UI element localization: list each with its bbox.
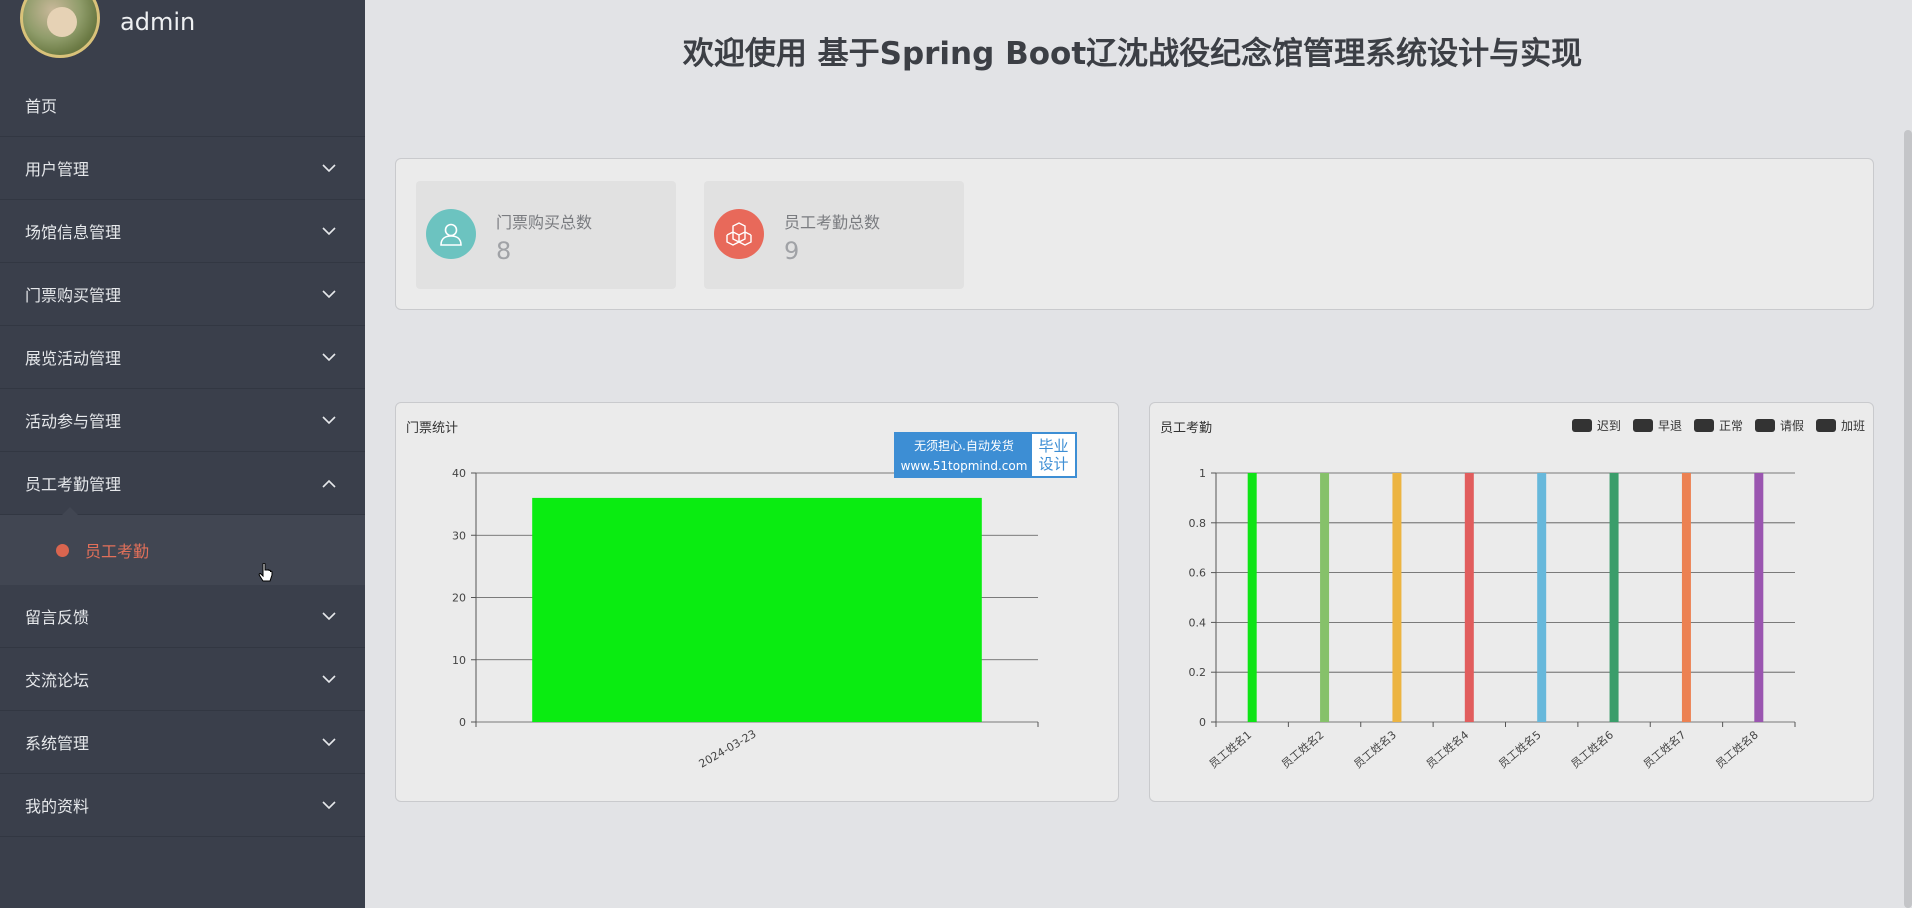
bar (1247, 473, 1257, 722)
sidebar-item-label: 场馆信息管理 (25, 223, 122, 242)
bar (1320, 473, 1330, 722)
sidebar-item-attendance-management[interactable]: 员工考勤管理 (0, 452, 365, 515)
sidebar-item-label: 展览活动管理 (25, 349, 122, 368)
sidebar-item-label: 活动参与管理 (25, 412, 122, 431)
chevron-down-icon (319, 221, 339, 241)
sidebar-subitem-label: 员工考勤 (85, 542, 150, 561)
chevron-down-icon (319, 732, 339, 752)
y-tick-label: 0.4 (1189, 616, 1207, 629)
bar (1464, 473, 1474, 722)
bar (1609, 473, 1619, 722)
chevron-down-icon (319, 284, 339, 304)
avatar[interactable] (20, 0, 100, 58)
stat-value: 8 (496, 237, 512, 265)
sidebar-item-venue-management[interactable]: 场馆信息管理 (0, 200, 365, 263)
y-tick-label: 0.6 (1189, 567, 1207, 580)
sidebar-header: admin (0, 0, 365, 74)
chevron-down-icon (319, 606, 339, 626)
user-name: admin (120, 8, 196, 36)
chevron-down-icon (319, 795, 339, 815)
sidebar-item-participation-management[interactable]: 活动参与管理 (0, 389, 365, 452)
main-content: 欢迎使用 基于Spring Boot辽沈战役纪念馆管理系统设计与实现 门票购买总… (365, 0, 1912, 908)
bar (1392, 473, 1402, 722)
y-tick-label: 0 (459, 716, 466, 729)
cubes-icon (726, 222, 752, 246)
y-tick-label: 10 (452, 654, 466, 667)
bar (1754, 473, 1764, 722)
y-tick-label: 40 (452, 467, 466, 480)
x-tick-label: 员工姓名1 (1206, 728, 1254, 772)
y-tick-label: 20 (452, 592, 466, 605)
y-tick-label: 0.2 (1189, 666, 1207, 679)
x-tick-label: 2024-03-23 (697, 727, 759, 770)
attendance-chart-panel: 员工考勤 迟到 早退 正常 请假 加班 0 0.2 0.4 0.6 0.8 1 员工姓名1 员… (1149, 402, 1874, 802)
stat-card-tickets: 门票购买总数 8 (416, 181, 676, 289)
y-tick-label: 0 (1199, 716, 1206, 729)
x-tick-label: 员工姓名6 (1568, 728, 1616, 772)
sidebar-item-forum[interactable]: 交流论坛 (0, 648, 365, 711)
chevron-down-icon (319, 669, 339, 689)
sidebar-item-user-management[interactable]: 用户管理 (0, 137, 365, 200)
sidebar: admin 首页 用户管理 场馆信息管理 门票购买管理 展览活动管理 活动参与管… (0, 0, 365, 908)
y-tick-label: 30 (452, 529, 466, 542)
x-tick-label: 员工姓名5 (1496, 728, 1544, 772)
stat-label: 门票购买总数 (496, 213, 593, 232)
x-tick-label: 员工姓名8 (1713, 728, 1761, 772)
sidebar-item-exhibition-management[interactable]: 展览活动管理 (0, 326, 365, 389)
stat-icon-circle (426, 209, 476, 259)
sidebar-item-ticket-management[interactable]: 门票购买管理 (0, 263, 365, 326)
sidebar-item-feedback[interactable]: 留言反馈 (0, 585, 365, 648)
y-tick-label: 0.8 (1189, 517, 1207, 530)
attendance-bar-chart: 0 0.2 0.4 0.6 0.8 1 员工姓名1 员工姓名2 员工姓名3 员工姓名4 员工姓名5 员… (1189, 467, 1796, 772)
x-tick-label: 员工姓名2 (1278, 728, 1326, 772)
watermark-badge[interactable]: 无须担心.自动发货 www.51topmind.com 毕业设计 (894, 432, 1077, 478)
watermark-line1: 无须担心.自动发货 (914, 439, 1014, 453)
sidebar-subitem-attendance[interactable]: 员工考勤 (0, 507, 365, 585)
stats-panel: 门票购买总数 8 员工考勤总数 9 (395, 158, 1874, 310)
stat-label: 员工考勤总数 (784, 213, 881, 232)
chevron-down-icon (319, 347, 339, 367)
sidebar-item-label: 用户管理 (25, 160, 90, 179)
bar (1537, 473, 1547, 722)
sidebar-item-label: 首页 (25, 97, 58, 116)
sidebar-item-label: 门票购买管理 (25, 286, 122, 305)
sidebar-item-label: 留言反馈 (25, 608, 90, 627)
x-tick-label: 员工姓名7 (1640, 728, 1688, 772)
hand-cursor-icon (258, 563, 273, 582)
sidebar-menu: 首页 用户管理 场馆信息管理 门票购买管理 展览活动管理 活动参与管理 员工考勤… (0, 74, 365, 837)
x-tick-label: 员工姓名4 (1423, 728, 1471, 772)
chevron-up-icon (319, 473, 339, 493)
stat-icon-circle (714, 209, 764, 259)
watermark-right: 毕业设计 (1038, 437, 1069, 473)
sidebar-item-label: 系统管理 (25, 734, 90, 753)
sidebar-item-system-management[interactable]: 系统管理 (0, 711, 365, 774)
x-tick-label: 员工姓名3 (1351, 728, 1399, 772)
sidebar-item-my-profile[interactable]: 我的资料 (0, 774, 365, 837)
chevron-down-icon (319, 158, 339, 178)
watermark-line2: www.51topmind.com (900, 459, 1028, 473)
user-icon (440, 223, 462, 246)
sidebar-item-label: 我的资料 (25, 797, 90, 816)
bar (1681, 473, 1691, 722)
active-dot-icon (56, 543, 69, 557)
ticket-chart-panel: 门票统计 0 10 20 30 40 2024-03-23 无须担心.自动发货 www.5… (395, 402, 1119, 802)
y-tick-label: 1 (1199, 467, 1206, 480)
bar (532, 497, 982, 722)
sidebar-item-label: 员工考勤管理 (25, 475, 122, 494)
stat-card-attendance: 员工考勤总数 9 (704, 181, 964, 289)
sidebar-item-label: 交流论坛 (25, 671, 90, 690)
page-title: 欢迎使用 基于Spring Boot辽沈战役纪念馆管理系统设计与实现 (682, 36, 1583, 72)
scrollbar[interactable] (1904, 130, 1912, 908)
stat-value: 9 (784, 237, 800, 265)
sidebar-item-home[interactable]: 首页 (0, 74, 365, 137)
chevron-down-icon (319, 410, 339, 430)
